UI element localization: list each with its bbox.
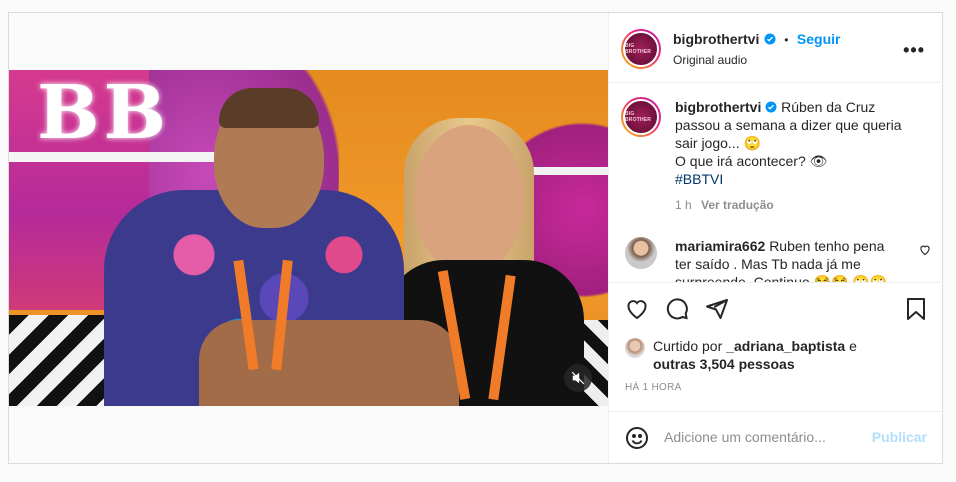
- caption-line: Rúben da Cruz: [781, 99, 876, 115]
- translate-link[interactable]: Ver tradução: [701, 198, 774, 212]
- verified-badge-icon: [764, 33, 776, 45]
- bb-sign: BB: [37, 70, 171, 156]
- liker-username[interactable]: _adriana_baptista: [726, 338, 845, 354]
- post-media: BB: [9, 13, 608, 463]
- comment-avatar[interactable]: [625, 237, 657, 269]
- comment-like-heart-icon[interactable]: [919, 244, 931, 256]
- caption-username[interactable]: bigbrothertvi: [675, 99, 761, 115]
- hashtag-link[interactable]: #BBTVI: [675, 171, 723, 187]
- add-comment-bar: Adicione um comentário... Publicar: [609, 411, 943, 463]
- avatar[interactable]: BIG BROTHER: [621, 29, 661, 69]
- comment-item: mariamira662 Ruben tenho pena ter saído …: [675, 238, 888, 282]
- likes-others-link[interactable]: outras 3,504 pessoas: [653, 356, 795, 372]
- muted-speaker-icon[interactable]: [564, 364, 592, 392]
- caption-line: passou a semana a dizer que queria: [675, 117, 902, 133]
- post-caption: bigbrothertvi Rúben da Cruz passou a sem…: [675, 98, 915, 188]
- header-username[interactable]: bigbrothertvi: [673, 31, 759, 47]
- comment-username[interactable]: mariamira662: [675, 238, 765, 254]
- caption-meta: 1 h Ver tradução: [675, 198, 774, 212]
- caption-line: O que irá acontecer? 👁: [675, 153, 828, 169]
- verified-badge-icon: [765, 101, 777, 113]
- post-timestamp[interactable]: HÁ 1 HORA: [625, 382, 682, 393]
- likes-avatar[interactable]: [625, 338, 645, 358]
- caption-line: sair jogo... 🙄: [675, 135, 761, 151]
- comments-section: BIG BROTHER bigbrothertvi Rúben da Cruz …: [609, 84, 943, 282]
- share-icon[interactable]: [705, 297, 729, 321]
- action-bar: [609, 282, 943, 332]
- emoji-icon[interactable]: [625, 426, 649, 450]
- comment-input[interactable]: Adicione um comentário...: [664, 429, 826, 445]
- caption-avatar[interactable]: BIG BROTHER: [621, 97, 661, 137]
- post-sidebar: BIG BROTHER bigbrothertvi • Seguir Origi…: [608, 13, 943, 463]
- likes-summary: Curtido por _adriana_baptista e outras 3…: [653, 338, 857, 372]
- video-player[interactable]: BB: [9, 70, 608, 406]
- bookmark-icon[interactable]: [905, 297, 927, 321]
- post-header: BIG BROTHER bigbrothertvi • Seguir Origi…: [609, 13, 943, 83]
- follow-button[interactable]: Seguir: [797, 31, 841, 47]
- audio-link[interactable]: Original audio: [673, 53, 747, 67]
- heart-icon[interactable]: [625, 297, 649, 321]
- comment-icon[interactable]: [665, 297, 689, 321]
- caption-time[interactable]: 1 h: [675, 198, 692, 212]
- instagram-post: BB BIG BROTHER bigbrothertvi • Seguir Or…: [8, 12, 943, 464]
- more-options-icon[interactable]: •••: [903, 40, 925, 61]
- publish-button[interactable]: Publicar: [872, 429, 927, 445]
